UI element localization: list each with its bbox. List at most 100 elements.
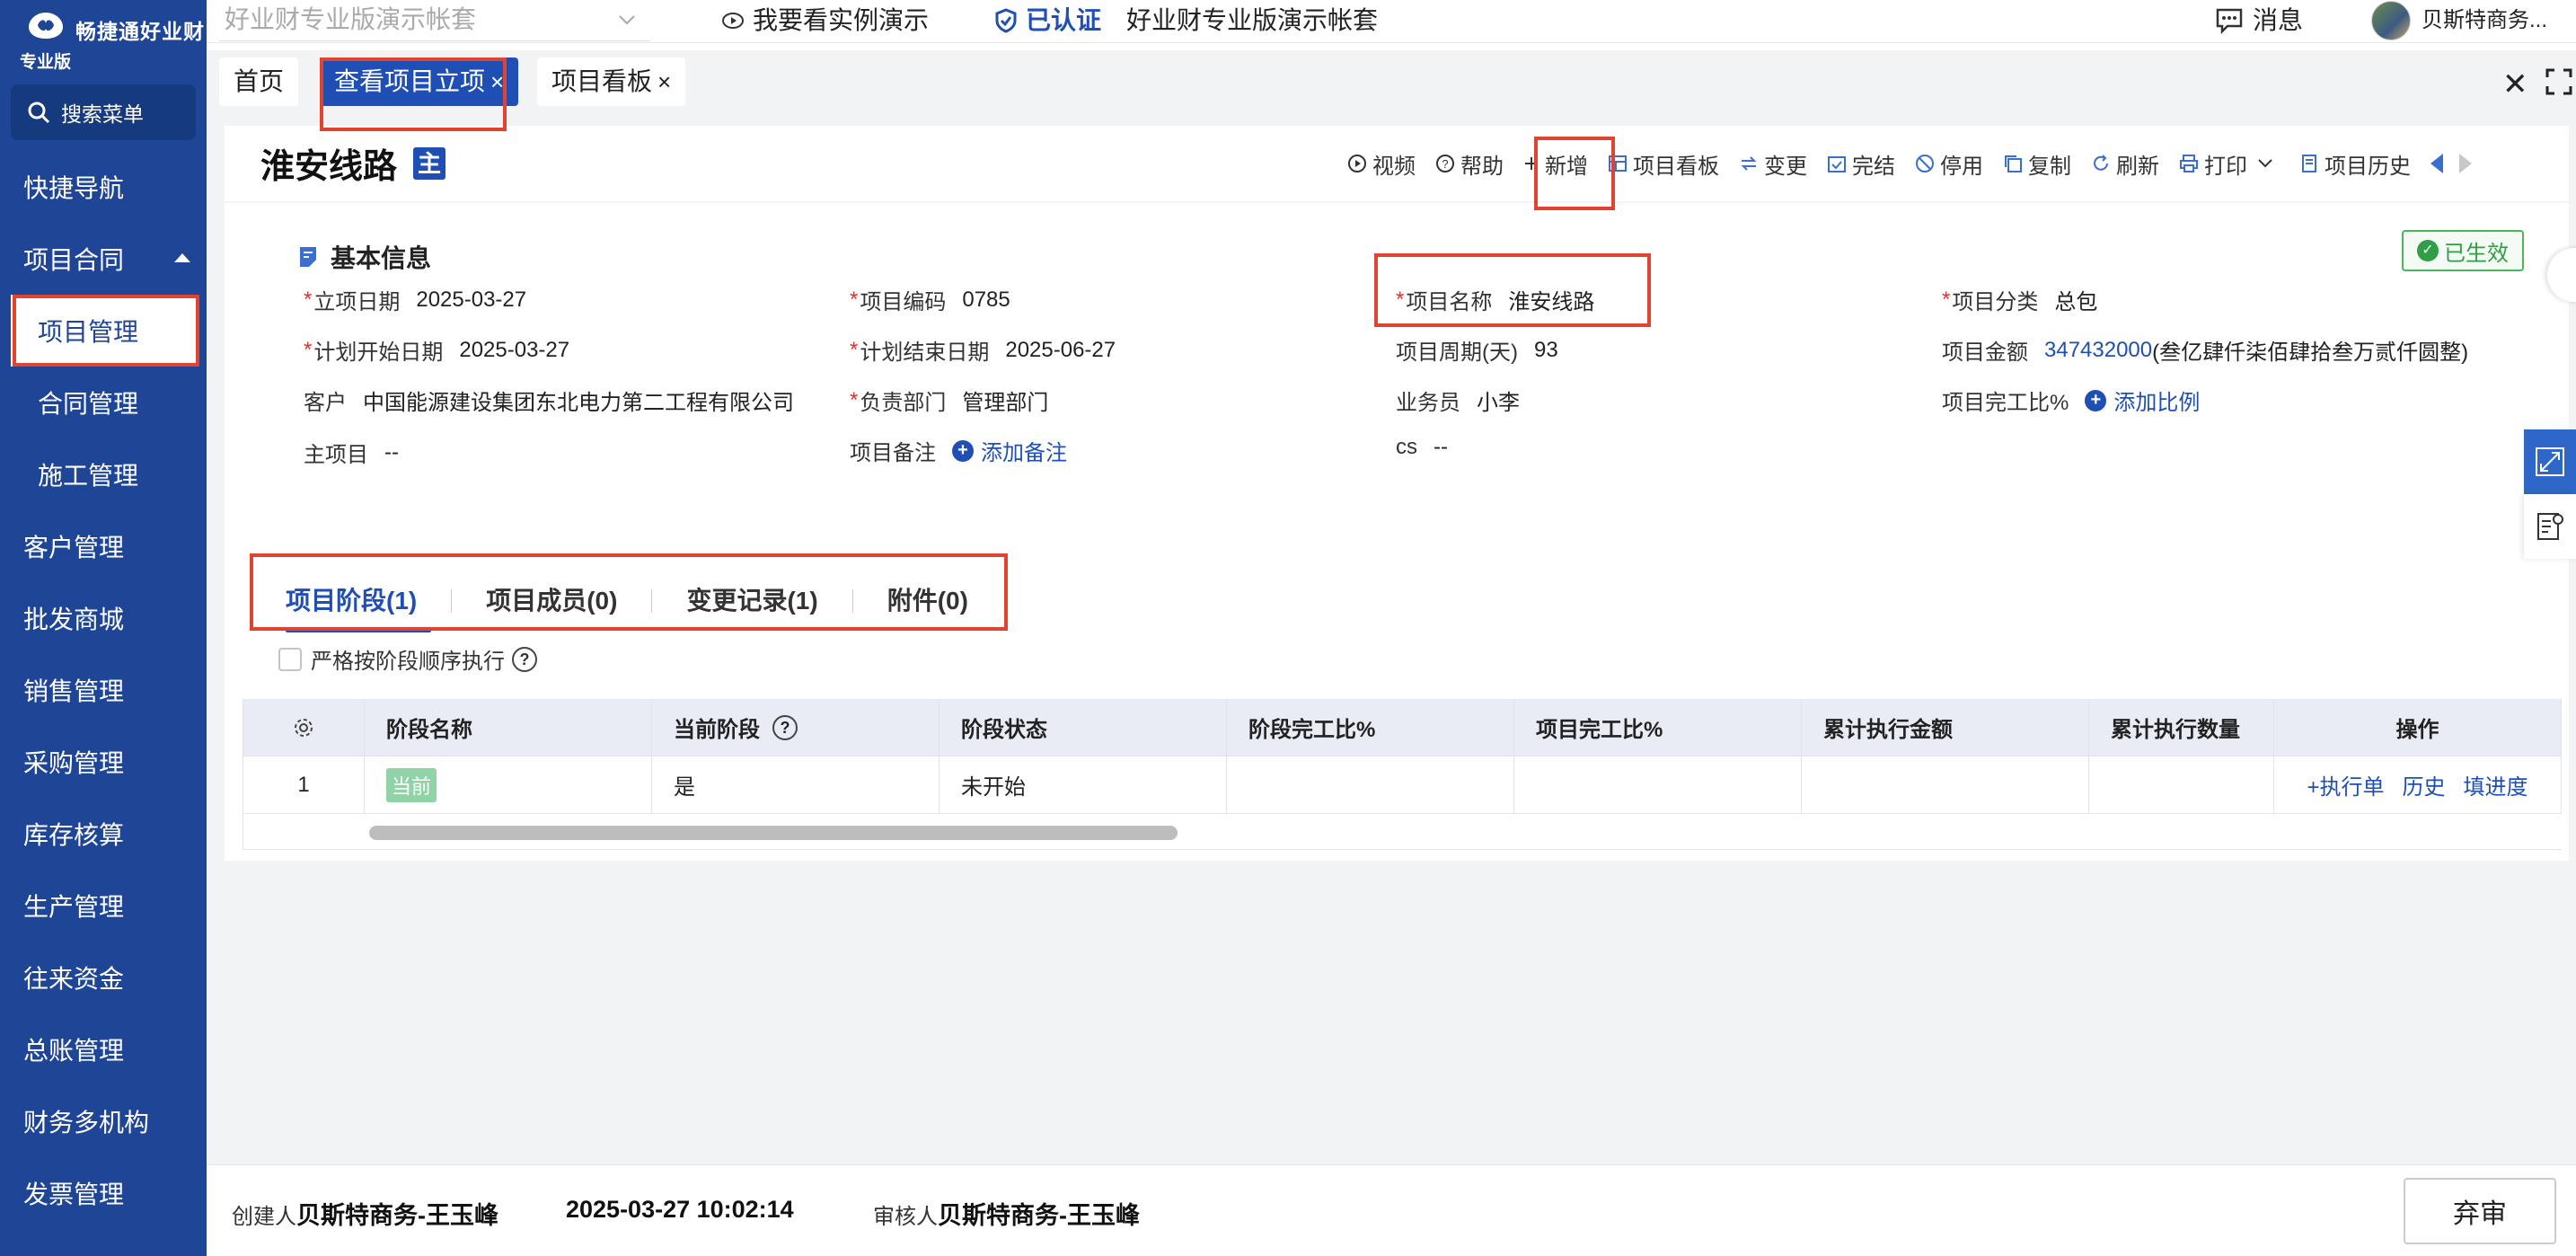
expand-button[interactable] <box>2524 429 2576 494</box>
print-button[interactable]: 打印 <box>2179 148 2280 180</box>
tab-divider <box>651 589 653 613</box>
sidebar-item-customer[interactable]: 客户管理 <box>0 510 207 582</box>
sidebar-item-project-management[interactable]: 项目管理 <box>11 295 196 367</box>
change-button[interactable]: 变更 <box>1739 148 1807 180</box>
sidebar-item-purchase[interactable]: 采购管理 <box>0 726 207 798</box>
tab-divider <box>451 589 453 613</box>
sidebar-item-sales[interactable]: 销售管理 <box>0 654 207 726</box>
tab-project-stages[interactable]: 项目阶段(1) <box>269 570 433 632</box>
complete-label: 完结 <box>1852 154 1895 179</box>
add-label: 新增 <box>1545 154 1588 179</box>
disable-button[interactable]: 停用 <box>1915 148 1983 180</box>
abandon-review-button[interactable]: 弃审 <box>2404 1178 2556 1244</box>
field-project-category: * 项目分类 总包 <box>1942 287 2098 315</box>
tab-attachments[interactable]: 附件(0) <box>871 570 984 632</box>
logo-name: 畅捷通好业财 <box>75 20 205 43</box>
close-icon[interactable]: × <box>490 68 504 95</box>
sidebar-item-multi-org[interactable]: 财务多机构 <box>0 1085 207 1157</box>
menu-search[interactable]: 搜索菜单 <box>11 84 196 140</box>
tab-change-records[interactable]: 变更记录(1) <box>670 570 834 632</box>
strict-order-checkbox[interactable] <box>278 647 302 671</box>
sidebar-item-label: 项目合同 <box>23 246 125 274</box>
column-header-current: 当前阶段? <box>652 699 940 756</box>
creator-info: 创建人贝斯特商务-王玉峰 <box>232 1196 498 1231</box>
sidebar-item-project-contract[interactable]: 项目合同 <box>0 223 207 295</box>
table-row[interactable]: 1 当前 是 未开始 +执行单 历史 填进度 <box>243 756 2562 814</box>
close-all-tabs-icon[interactable]: ✕ <box>2502 66 2528 102</box>
history-link[interactable]: 历史 <box>2403 769 2446 800</box>
refresh-button[interactable]: 刷新 <box>2091 148 2159 180</box>
project-board-button[interactable]: 项目看板 <box>1608 148 1719 180</box>
sidebar-item-label: 批发商城 <box>23 606 125 633</box>
account-select[interactable]: 好业财专业版演示帐套 <box>219 0 650 41</box>
print-label: 打印 <box>2204 154 2247 179</box>
tab-project-board[interactable]: 项目看板 × <box>537 57 686 106</box>
fill-progress-link[interactable]: 填进度 <box>2464 769 2528 800</box>
messages-button[interactable]: 消息 <box>2215 0 2303 41</box>
horizontal-scrollbar[interactable] <box>369 826 1178 840</box>
sidebar-item-label: 总账管理 <box>23 1037 125 1065</box>
reviewer-label: 审核人 <box>873 1205 938 1229</box>
help-icon[interactable]: ? <box>512 646 537 672</box>
messages-label: 消息 <box>2253 6 2304 34</box>
reviewer-info: 审核人贝斯特商务-王玉峰 <box>873 1196 1140 1231</box>
project-ratio-cell <box>1514 756 1802 813</box>
user-name: 贝斯特商务... <box>2422 8 2548 32</box>
user-menu[interactable]: 贝斯特商务... <box>2371 0 2547 41</box>
field-period: 项目周期(天) 93 <box>1396 337 1558 366</box>
account-name: 好业财专业版演示帐套 <box>1126 6 1379 34</box>
footer-bar: 创建人贝斯特商务-王玉峰 2025-03-27 10:02:14 审核人贝斯特商… <box>207 1164 2576 1256</box>
sidebar-item-quick-nav[interactable]: 快捷导航 <box>0 151 207 223</box>
video-button[interactable]: 视频 <box>1347 148 1416 180</box>
board-icon <box>1609 155 1627 172</box>
add-execution-link[interactable]: +执行单 <box>2307 769 2384 800</box>
tab-label: 查看项目立项 <box>334 67 486 95</box>
notes-button[interactable] <box>2524 494 2576 559</box>
stage-status-cell: 未开始 <box>940 756 1227 813</box>
ban-icon <box>1916 155 1934 172</box>
help-icon[interactable]: ? <box>772 714 798 740</box>
next-record-icon[interactable] <box>2459 154 2472 173</box>
status-badge: ✓ 已生效 <box>2402 230 2524 271</box>
tab-view-project-setup[interactable]: 查看项目立项 × <box>320 57 519 106</box>
amount-link[interactable]: 347432000 <box>2044 338 2152 363</box>
sidebar-item-label: 合同管理 <box>38 390 139 418</box>
sidebar-item-construction-management[interactable]: 施工管理 <box>0 438 207 510</box>
sidebar-item-label: 发票管理 <box>23 1181 125 1208</box>
close-icon[interactable]: × <box>657 68 671 95</box>
sidebar-item-invoice[interactable]: 发票管理 <box>0 1157 207 1229</box>
prev-record-icon[interactable] <box>2430 154 2443 173</box>
stage-ratio-cell <box>1227 756 1514 813</box>
column-settings[interactable] <box>243 699 365 756</box>
video-label: 视频 <box>1372 154 1416 179</box>
play-icon <box>1348 155 1366 172</box>
creator-name: 贝斯特商务-王玉峰 <box>296 1202 498 1229</box>
add-remark-link[interactable]: 添加备注 <box>981 435 1067 466</box>
sidebar-item-ledger[interactable]: 总账管理 <box>0 1013 207 1085</box>
sidebar-item-funds[interactable]: 往来资金 <box>0 942 207 1013</box>
tab-home[interactable]: 首页 <box>219 57 299 106</box>
fullscreen-icon[interactable] <box>2545 68 2572 95</box>
strict-order-option: 严格按阶段顺序执行 ? <box>278 643 537 675</box>
sidebar-item-contract-management[interactable]: 合同管理 <box>0 367 207 438</box>
app-logo[interactable]: 畅捷通好业财 专业版 <box>20 5 208 72</box>
demo-link[interactable]: 我要看实例演示 <box>720 0 929 41</box>
tab-project-members[interactable]: 项目成员(0) <box>470 570 633 632</box>
copy-icon <box>2005 155 2022 172</box>
sidebar-item-label: 财务多机构 <box>23 1109 150 1137</box>
sidebar-item-production[interactable]: 生产管理 <box>0 870 207 942</box>
search-label: 搜索菜单 <box>61 102 144 126</box>
project-history-button[interactable]: 项目历史 <box>2299 148 2411 180</box>
add-button[interactable]: 新增 <box>1523 148 1588 180</box>
field-customer: 客户 中国能源建设集团东北电力第二工程有限公司 <box>304 391 794 415</box>
sidebar-item-wholesale[interactable]: 批发商城 <box>0 582 207 654</box>
operations-cell: +执行单 历史 填进度 <box>2274 756 2562 813</box>
is-current-cell: 是 <box>652 756 940 813</box>
stage-name-cell: 当前 <box>365 756 652 813</box>
sidebar-item-inventory[interactable]: 库存核算 <box>0 798 207 870</box>
add-ratio-link[interactable]: 添加比例 <box>2113 385 2200 416</box>
help-button[interactable]: ? 帮助 <box>1435 148 1504 180</box>
complete-button[interactable]: 完结 <box>1827 148 1895 180</box>
plus-icon <box>1525 157 1538 170</box>
copy-button[interactable]: 复制 <box>2003 148 2071 180</box>
